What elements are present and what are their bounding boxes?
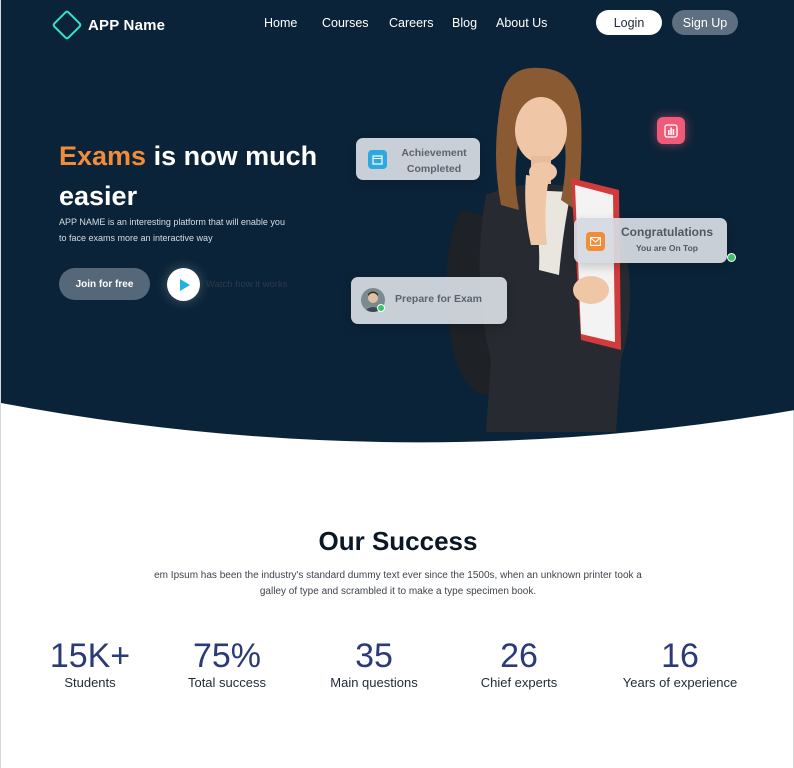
stat-label: Students bbox=[64, 675, 116, 690]
congratulations-card: Congratulations You are On Top bbox=[574, 218, 727, 263]
online-status-dot bbox=[727, 253, 736, 262]
achievement-card: Achievement Completed bbox=[356, 138, 480, 180]
stat-years-experience: 16 Years of experience bbox=[607, 636, 753, 692]
nav-home[interactable]: Home bbox=[264, 16, 297, 30]
nav-courses[interactable]: Courses bbox=[322, 16, 369, 30]
stat-value: 35 bbox=[355, 637, 393, 675]
avatar-status-dot bbox=[377, 304, 385, 312]
signup-button[interactable]: Sign Up bbox=[672, 10, 738, 35]
stat-value: 26 bbox=[500, 637, 538, 675]
nav-careers[interactable]: Careers bbox=[389, 16, 433, 30]
stat-value: 15K+ bbox=[49, 637, 131, 675]
nav-blog[interactable]: Blog bbox=[452, 16, 477, 30]
join-for-free-button[interactable]: Join for free bbox=[59, 268, 150, 300]
login-button[interactable]: Login bbox=[596, 10, 662, 35]
prepare-exam-card: Prepare for Exam bbox=[351, 277, 507, 324]
hero-description: APP NAME is an interesting platform that… bbox=[59, 217, 285, 243]
stat-chief-experts: 26 Chief experts bbox=[464, 636, 574, 692]
success-description: em Ipsum has been the industry's standar… bbox=[154, 570, 642, 597]
play-icon bbox=[179, 278, 190, 291]
play-video-button[interactable] bbox=[167, 268, 200, 301]
prepare-exam-text: Prepare for Exam bbox=[395, 293, 482, 305]
calendar-icon bbox=[368, 150, 387, 169]
stat-label: Total success bbox=[187, 675, 267, 690]
stat-students: 15K+ Students bbox=[39, 636, 141, 692]
congratulations-subtitle: You are On Top bbox=[635, 243, 699, 253]
watch-how-it-works-link[interactable]: Watch how it works bbox=[206, 279, 287, 290]
nav-about-us[interactable]: About Us bbox=[496, 16, 547, 30]
congratulations-title: Congratulations bbox=[621, 225, 713, 239]
stat-main-questions: 35 Main questions bbox=[314, 636, 434, 692]
stat-total-success: 75% Total success bbox=[171, 636, 283, 692]
achievement-text: Achievement Completed bbox=[401, 147, 467, 175]
stat-value: 75% bbox=[192, 637, 262, 675]
stat-label: Main questions bbox=[330, 675, 418, 690]
bar-chart-icon bbox=[657, 117, 685, 144]
success-title: Our Success bbox=[318, 526, 478, 556]
mail-icon bbox=[586, 232, 605, 251]
landing-page: APP Name Home Courses Careers Blog About… bbox=[0, 0, 794, 768]
stat-label: Years of experience bbox=[622, 675, 738, 690]
stat-label: Chief experts bbox=[480, 675, 558, 690]
headline-accent: Exams bbox=[59, 141, 147, 171]
hero-section: APP Name Home Courses Careers Blog About… bbox=[1, 0, 794, 460]
stat-value: 16 bbox=[661, 637, 699, 675]
hero-headline: Exams is now much easier bbox=[59, 136, 349, 216]
